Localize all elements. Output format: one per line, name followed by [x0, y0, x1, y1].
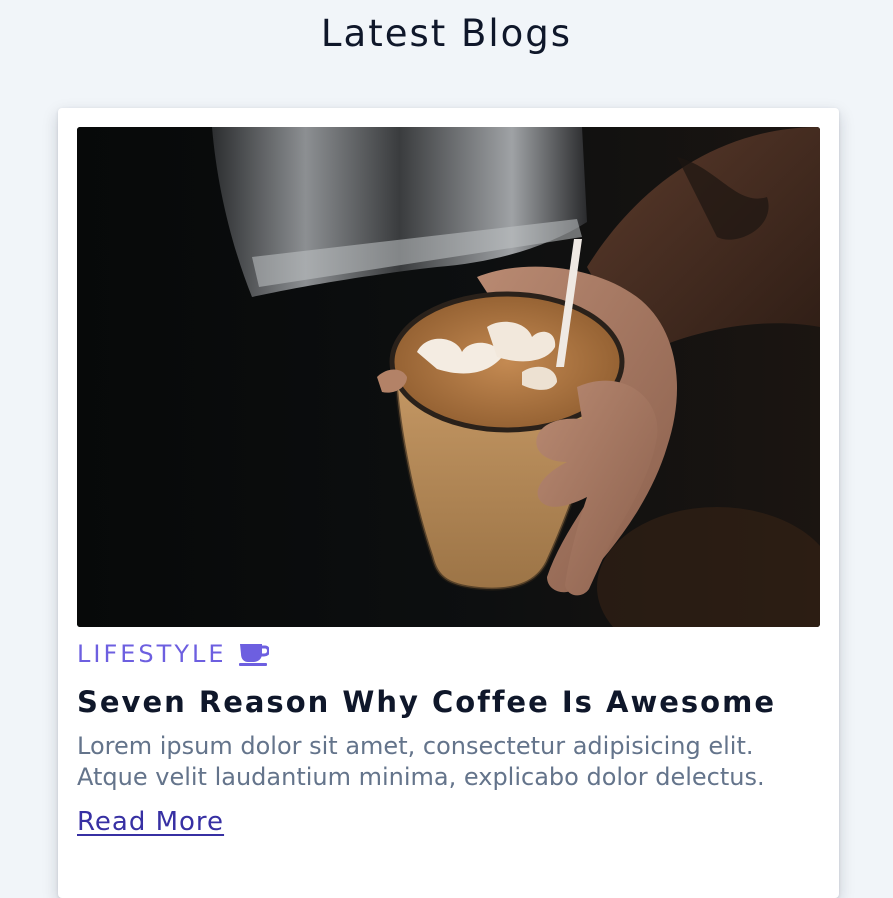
category-label: LIFESTYLE: [77, 640, 227, 668]
post-category: LIFESTYLE: [77, 639, 269, 669]
blog-card: LIFESTYLE Seven Reason Why Coffee Is Awe…: [58, 108, 839, 898]
post-title: Seven Reason Why Coffee Is Awesome: [77, 685, 776, 719]
blog-image: [77, 127, 820, 627]
page-title: Latest Blogs: [320, 12, 573, 55]
read-more-link[interactable]: Read More: [77, 805, 224, 839]
coffee-cup-icon: [238, 642, 269, 666]
post-excerpt: Lorem ipsum dolor sit amet, consectetur …: [77, 732, 765, 791]
